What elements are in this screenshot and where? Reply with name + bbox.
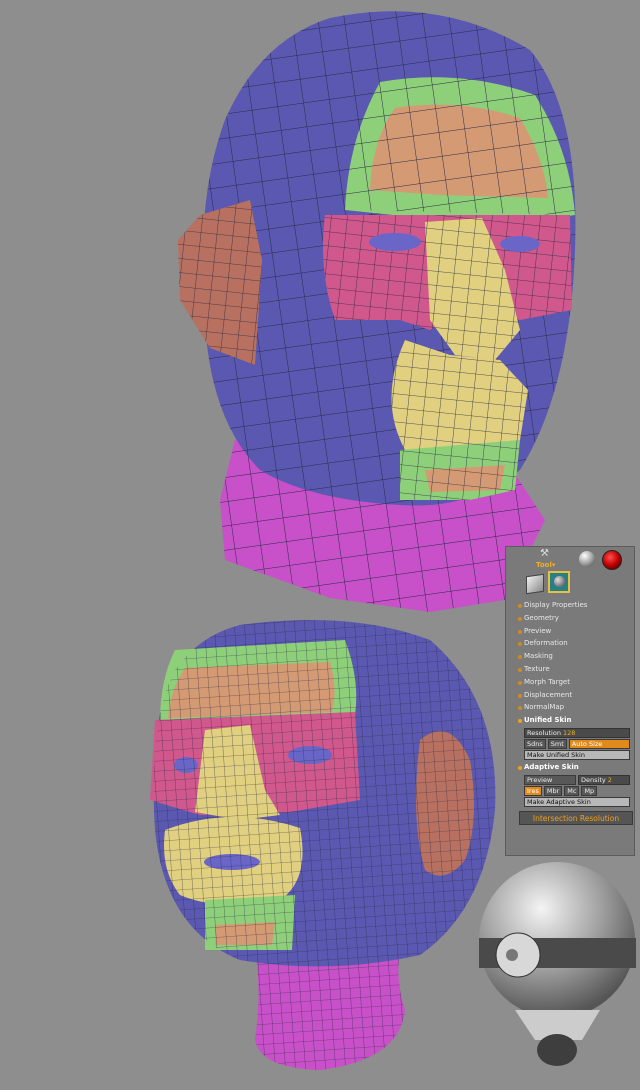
simple-brush-tool-icon[interactable]	[526, 573, 544, 595]
menu-display-properties[interactable]: Display Properties	[506, 599, 634, 612]
sphere-preview-model[interactable]	[0, 0, 640, 1090]
intersection-resolution-tooltip: Intersection Resolution	[519, 811, 633, 825]
make-adaptive-skin-button[interactable]: Make Adaptive Skin	[524, 796, 630, 807]
menu-texture[interactable]: Texture	[506, 663, 634, 676]
menu-geometry[interactable]: Geometry	[506, 612, 634, 625]
menu-deformation[interactable]: Deformation	[506, 637, 634, 650]
auto-size-button[interactable]: Auto Size	[568, 738, 630, 749]
resolution-label: Resolution	[527, 728, 561, 737]
adaptive-skin-panel: Preview Density 2 Ires Mbr Mc Mp Make Ada…	[524, 774, 630, 807]
wrench-icon: ⚒	[540, 548, 549, 559]
ires-slider[interactable]: Ires	[524, 785, 542, 796]
density-label: Density	[581, 775, 606, 784]
density-slider[interactable]: Density 2	[578, 774, 630, 785]
tool-palette[interactable]: ⚒ Tool▾ Display Properties Geometry Prev…	[505, 546, 635, 856]
smt-button[interactable]: Smt	[547, 738, 567, 749]
menu-preview[interactable]: Preview	[506, 625, 634, 638]
unified-skin-panel: Resolution 128 Sdns Smt Auto Size Make Un…	[524, 727, 630, 760]
density-value: 2	[607, 775, 612, 784]
tool-palette-header: ⚒ Tool▾	[506, 547, 634, 599]
menu-morph-target[interactable]: Morph Target	[506, 676, 634, 689]
material-sphere-icon[interactable]	[579, 551, 595, 567]
color-swatch-icon[interactable]	[602, 550, 622, 570]
mp-button[interactable]: Mp	[581, 785, 598, 796]
make-unified-skin-button[interactable]: Make Unified Skin	[524, 749, 630, 760]
resolution-slider[interactable]: Resolution 128	[524, 727, 630, 738]
mc-button[interactable]: Mc	[564, 785, 580, 796]
menu-displacement[interactable]: Displacement	[506, 689, 634, 702]
sdns-button[interactable]: Sdns	[524, 738, 546, 749]
zbrush-viewport[interactable]: ⚒ Tool▾ Display Properties Geometry Prev…	[0, 0, 640, 1090]
mbr-slider[interactable]: Mbr	[543, 785, 563, 796]
tool-menu-title[interactable]: Tool▾	[536, 561, 555, 569]
active-tool-thumbnail-icon[interactable]	[548, 571, 570, 593]
resolution-value: 128	[562, 728, 576, 737]
menu-unified-skin[interactable]: Unified Skin	[506, 714, 634, 727]
menu-normalmap[interactable]: NormalMap	[506, 701, 634, 714]
preview-button[interactable]: Preview	[524, 774, 576, 785]
menu-masking[interactable]: Masking	[506, 650, 634, 663]
menu-adaptive-skin[interactable]: Adaptive Skin	[506, 761, 634, 774]
